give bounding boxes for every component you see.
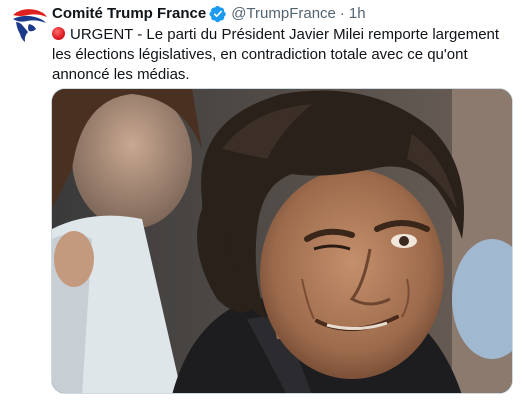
tweet-photo[interactable]	[51, 88, 513, 394]
red-circle-icon	[52, 27, 65, 40]
avatar[interactable]	[10, 6, 48, 44]
photo	[52, 89, 512, 393]
tweet-text-content: URGENT - Le parti du Président Javier Mi…	[52, 26, 500, 83]
timestamp[interactable]: 1h	[349, 4, 366, 24]
tweet[interactable]: Comité Trump France @TrumpFrance · 1h UR…	[0, 0, 522, 401]
tweet-text: URGENT - Le parti du Président Javier Mi…	[52, 25, 510, 85]
tweet-header: Comité Trump France @TrumpFrance · 1h	[52, 4, 366, 24]
trump-france-logo-icon	[13, 9, 47, 42]
display-name[interactable]: Comité Trump France	[52, 4, 206, 24]
user-handle[interactable]: @TrumpFrance	[231, 4, 336, 24]
verified-badge-icon	[209, 5, 227, 23]
separator-dot: ·	[339, 5, 345, 22]
